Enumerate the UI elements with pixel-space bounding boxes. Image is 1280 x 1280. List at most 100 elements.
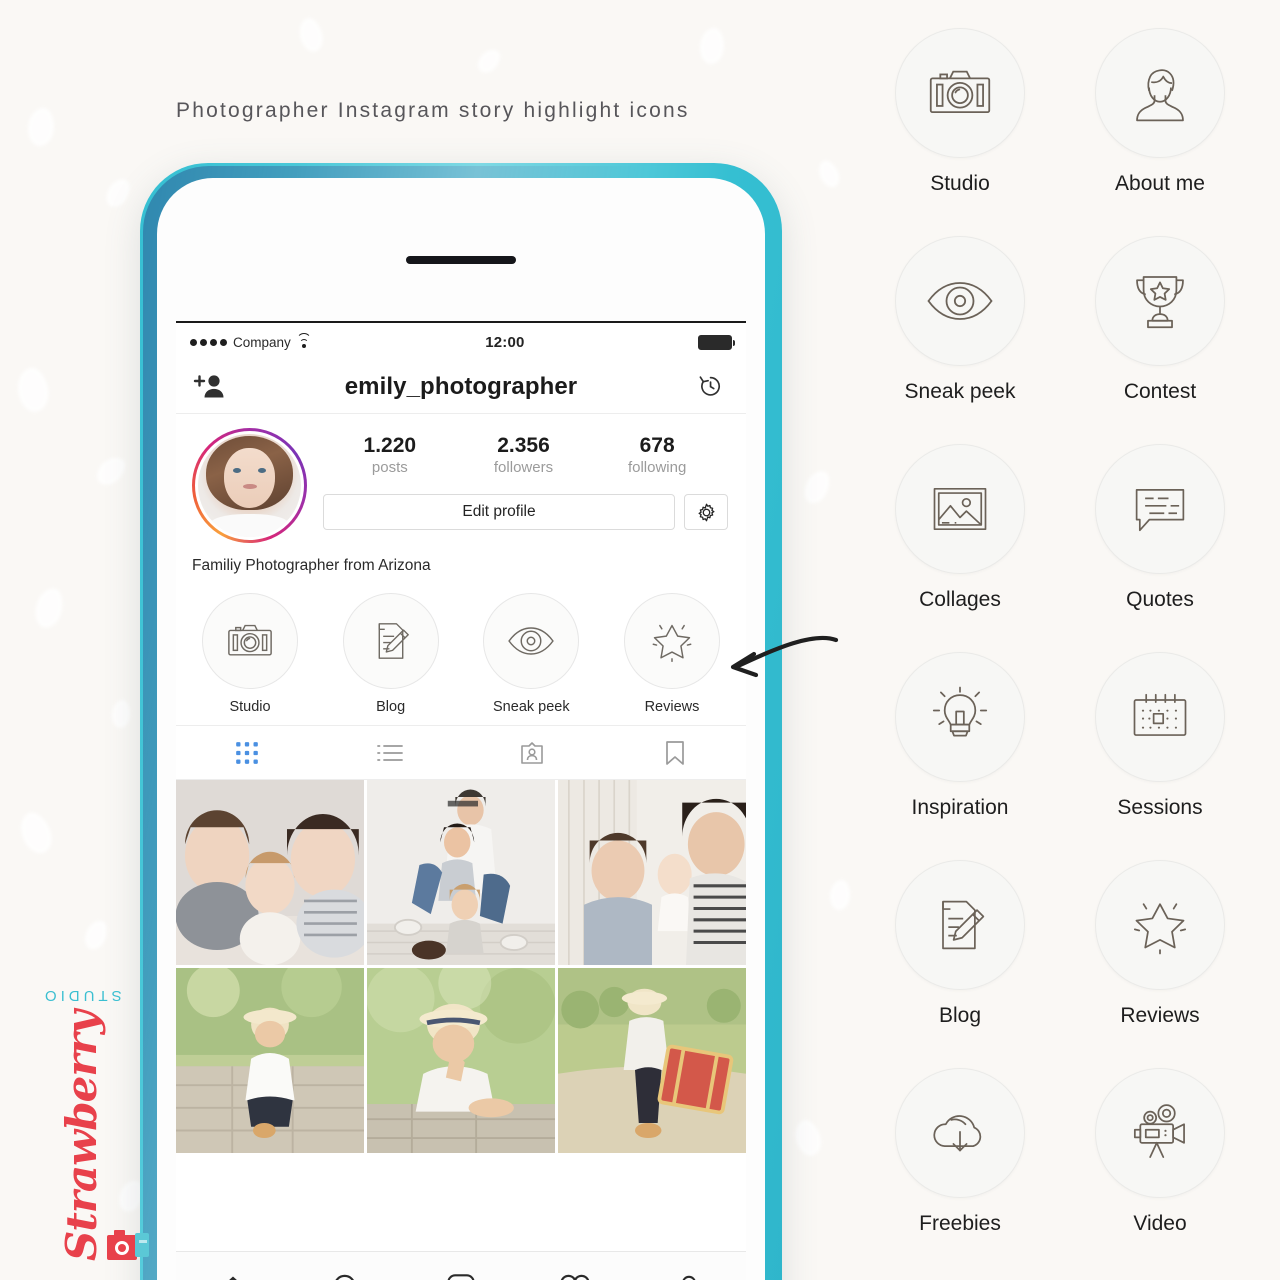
highlight-reviews[interactable]: Reviews [616, 593, 728, 715]
note-pencil-icon [895, 860, 1025, 990]
bottom-navigation [176, 1251, 746, 1280]
grid-photo[interactable] [176, 780, 364, 966]
stat-number: 678 [639, 434, 675, 457]
grid-photo[interactable] [558, 968, 746, 1154]
calendar-icon [1095, 652, 1225, 782]
curved-arrow [718, 618, 843, 713]
settings-button[interactable] [684, 494, 728, 531]
highlight-studio[interactable]: Studio [194, 593, 306, 715]
retro-camera-icon [106, 1228, 152, 1267]
logo-studio-text: STUDIO [40, 987, 122, 1005]
stat-posts: 1.220 posts [350, 434, 430, 476]
plus-square-icon [447, 1273, 475, 1280]
icon-item-studio[interactable]: Studio [860, 28, 1060, 196]
grid-photo[interactable] [176, 968, 364, 1154]
grid-photo[interactable] [367, 780, 555, 966]
icon-item-about-me[interactable]: About me [1060, 28, 1260, 196]
battery-full-icon [698, 334, 735, 350]
nav-home[interactable] [176, 1274, 290, 1280]
status-bar: Company 12:00 [176, 323, 746, 361]
icon-set-grid: Studio About me Sneak peek Contest Colla… [860, 28, 1260, 1236]
icon-label: About me [1115, 172, 1205, 195]
icon-label: Reviews [1120, 1004, 1200, 1027]
camera-icon [895, 28, 1025, 158]
bookmark-icon [665, 740, 684, 765]
profile-stats: 1.220 posts 2.356 followers 678 followin… [323, 428, 730, 476]
avatar-image [195, 431, 304, 540]
signal-dots-icon [190, 338, 227, 346]
nav-activity[interactable] [518, 1273, 632, 1280]
nav-search[interactable] [290, 1273, 404, 1280]
icon-label: Video [1133, 1212, 1187, 1235]
highlight-label: Studio [229, 699, 271, 715]
icon-item-inspiration[interactable]: Inspiration [860, 652, 1060, 820]
tab-grid[interactable] [176, 726, 319, 779]
add-person-icon[interactable] [192, 372, 226, 402]
clock-history-icon[interactable] [696, 372, 730, 402]
wifi-icon [296, 333, 312, 348]
profile-username: emily_photographer [344, 373, 578, 400]
grid-photo[interactable] [558, 780, 746, 966]
nav-add[interactable] [404, 1273, 518, 1280]
cloud-download-icon [895, 1068, 1025, 1198]
stat-label: posts [371, 459, 408, 477]
icon-item-video[interactable]: Video [1060, 1068, 1260, 1236]
search-icon [335, 1274, 355, 1280]
icon-item-contest[interactable]: Contest [1060, 236, 1260, 404]
icon-label: Blog [938, 1004, 982, 1027]
icon-item-sessions[interactable]: Sessions [1060, 652, 1260, 820]
speech-bubble-icon [1095, 444, 1225, 574]
grid-photo[interactable] [367, 968, 555, 1154]
highlight-blog[interactable]: Blog [335, 593, 447, 715]
icon-item-sneak-peek[interactable]: Sneak peek [860, 236, 1060, 404]
logo-script-text: Strawberry [56, 1011, 106, 1261]
story-highlights: Studio Blog Sneak peek Reviews [176, 575, 746, 725]
icon-item-collages[interactable]: Collages [860, 444, 1060, 612]
stat-number: 1.220 [363, 434, 417, 457]
picture-frame-icon [895, 444, 1025, 574]
icon-label: Sessions [1117, 796, 1203, 819]
avatar[interactable] [192, 428, 307, 543]
icon-item-quotes[interactable]: Quotes [1060, 444, 1260, 612]
tab-list[interactable] [319, 726, 462, 779]
highlight-label: Blog [376, 699, 406, 715]
stat-followers[interactable]: 2.356 followers [483, 434, 563, 476]
icon-item-blog[interactable]: Blog [860, 860, 1060, 1028]
gear-icon [697, 503, 715, 521]
icon-label: Studio [930, 172, 990, 195]
person-bust-icon [1095, 28, 1225, 158]
heart-icon [560, 1274, 590, 1280]
photo-grid [176, 780, 746, 1154]
profile-section: 1.220 posts 2.356 followers 678 followin… [176, 414, 746, 543]
eye-icon [895, 236, 1025, 366]
app-header: emily_photographer [176, 361, 746, 414]
page-title: Photographer Instagram story highlight i… [176, 99, 690, 122]
icon-item-reviews[interactable]: Reviews [1060, 860, 1260, 1028]
highlight-label: Reviews [644, 699, 700, 715]
highlight-label: Sneak peek [493, 699, 570, 715]
stat-number: 2.356 [497, 434, 550, 457]
icon-label: Collages [919, 588, 1001, 611]
nav-profile[interactable] [632, 1273, 746, 1280]
phone-body: Company 12:00 emily_photographer 1.220 p… [157, 178, 765, 1280]
status-time: 12:00 [485, 333, 525, 351]
icon-item-freebies[interactable]: Freebies [860, 1068, 1060, 1236]
trophy-icon [1095, 236, 1225, 366]
camera-icon [202, 593, 298, 689]
icon-label: Sneak peek [904, 380, 1016, 403]
profile-bio: Familiy Photographer from Arizona [192, 557, 431, 574]
tab-tagged[interactable] [461, 726, 604, 779]
stat-following[interactable]: 678 following [617, 434, 697, 476]
icon-label: Contest [1123, 380, 1197, 403]
brand-logo: Strawberry STUDIO [18, 987, 149, 1270]
grid-icon [236, 741, 259, 764]
lightbulb-icon [895, 652, 1025, 782]
star-sparkle-icon [623, 593, 720, 689]
tab-saved[interactable] [604, 726, 747, 779]
icon-label: Freebies [919, 1212, 1001, 1235]
edit-profile-button[interactable]: Edit profile [323, 494, 675, 531]
highlight-sneak-peek[interactable]: Sneak peek [475, 593, 587, 715]
person-icon [682, 1275, 696, 1280]
icon-label: Inspiration [911, 796, 1009, 819]
home-icon [228, 1275, 238, 1280]
